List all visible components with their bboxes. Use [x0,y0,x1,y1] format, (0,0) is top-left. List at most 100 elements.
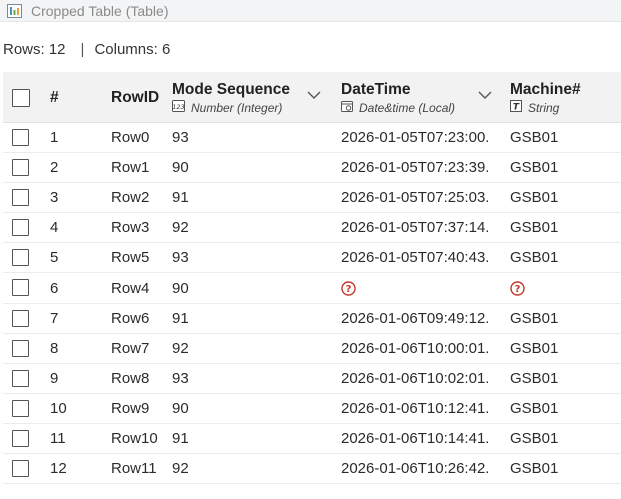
column-type: Date&time (Local) [341,100,455,115]
datetime-cell: 2026-01-06T10:26:42. [341,460,490,478]
datetime-cell: 2026-01-05T07:25:03. [341,189,490,207]
datetime-cell: 2026-01-05T07:40:43. [341,249,490,267]
datetime-cell: 2026-01-06T10:12:41. [341,399,490,417]
mode-sequence-cell: 90 [172,159,189,177]
table-row[interactable]: 2 Row1 90 2026-01-05T07:23:39. GSB01 [3,153,621,184]
column-type: 123 Number (Integer) [172,100,282,115]
machine-cell: GSB01 [510,429,559,447]
column-name: Mode Sequence [172,81,290,98]
column-name: # [50,89,59,106]
table-row[interactable]: 11 Row10 91 2026-01-06T10:14:41. GSB01 [3,423,621,455]
row-checkbox[interactable] [12,249,29,267]
rows-count: Rows: 12 [3,40,66,58]
missing-value-icon: ? [510,280,525,296]
data-table: # RowID Mode Sequence 123 Number (Intege… [3,72,621,485]
row-checkbox[interactable] [12,309,29,327]
rowid-cell: Row9 [111,399,150,417]
datetime-cell: 2026-01-05T07:23:39. [341,159,490,177]
row-number-cell: 2 [50,159,59,177]
stats-separator: | [80,40,85,58]
machine-cell: GSB01 [510,460,559,478]
row-checkbox[interactable] [12,279,29,297]
mode-sequence-cell: 93 [172,249,189,267]
row-checkbox[interactable] [12,369,29,387]
columns-count: Columns: 6 [94,40,171,58]
table-row[interactable]: 3 Row2 91 2026-01-05T07:25:03. GSB01 [3,183,621,214]
row-checkbox[interactable] [12,219,29,237]
row-checkbox[interactable] [12,399,29,417]
string-type-icon: T [510,100,522,115]
table-row[interactable]: 10 Row9 90 2026-01-06T10:12:41. GSB01 [3,393,621,424]
window-title: Cropped Table (Table) [31,2,169,19]
table-row[interactable]: 8 Row7 92 2026-01-06T10:00:01. GSB01 [3,333,621,364]
row-number-cell: 9 [50,369,59,387]
mode-sequence-cell: 90 [172,279,189,297]
chevron-down-icon[interactable] [307,91,321,100]
table-row[interactable]: 4 Row3 92 2026-01-05T07:37:14. GSB01 [3,213,621,244]
mode-sequence-cell: 92 [172,339,189,357]
mode-sequence-cell: 92 [172,460,189,478]
row-number-cell: 4 [50,219,59,237]
machine-cell: ? [510,273,525,302]
row-checkbox[interactable] [12,129,29,146]
table-row[interactable]: 5 Row5 93 2026-01-05T07:40:43. GSB01 [3,243,621,274]
rowid-cell: Row2 [111,189,150,207]
column-header-mode-sequence[interactable]: Mode Sequence 123 Number (Integer) [172,72,332,122]
mode-sequence-cell: 90 [172,399,189,417]
rowid-cell: Row8 [111,369,150,387]
column-type-label: String [528,100,560,115]
svg-text:T: T [513,103,520,113]
row-number-cell: 3 [50,189,59,207]
row-number-cell: 5 [50,249,59,267]
rowid-cell: Row1 [111,159,150,177]
row-checkbox[interactable] [12,460,29,478]
mode-sequence-cell: 93 [172,129,189,147]
column-type: T String [510,100,559,115]
row-number-cell: 8 [50,339,59,357]
machine-cell: GSB01 [510,189,559,207]
row-number-cell: 12 [50,460,67,478]
column-name: Machine# [510,81,581,98]
machine-cell: GSB01 [510,129,559,147]
table-row[interactable]: 6 Row4 90?? [3,273,621,304]
datetime-type-icon [341,100,353,115]
machine-cell: GSB01 [510,309,559,327]
datetime-cell: 2026-01-05T07:37:14. [341,219,490,237]
rowid-cell: Row0 [111,129,150,147]
table-row[interactable]: 9 Row8 93 2026-01-06T10:02:01. GSB01 [3,363,621,394]
rowid-cell: Row11 [111,460,157,478]
svg-text:?: ? [515,284,521,295]
missing-value-icon: ? [341,280,356,296]
column-name: RowID [111,89,160,106]
column-type-label: Number (Integer) [191,100,283,115]
row-checkbox[interactable] [12,189,29,207]
machine-cell: GSB01 [510,339,559,357]
column-name: DateTime [341,81,411,98]
chevron-down-icon[interactable] [478,91,492,100]
table-icon [7,3,22,18]
row-checkbox[interactable] [12,429,29,447]
mode-sequence-cell: 92 [172,219,189,237]
row-checkbox[interactable] [12,339,29,357]
datetime-cell: 2026-01-06T09:49:12. [341,309,490,327]
table-row[interactable]: 7 Row6 91 2026-01-06T09:49:12. GSB01 [3,303,621,334]
column-header-machine[interactable]: Machine# T String [510,72,621,122]
svg-text:123: 123 [172,103,184,111]
table-row[interactable]: 12 Row11 92 2026-01-06T10:26:42. GSB01 [3,454,621,485]
table-stats: Rows: 12 | Columns: 6 [3,39,170,59]
svg-text:?: ? [346,284,352,295]
column-header-datetime[interactable]: DateTime Date&time (Local) [341,72,501,122]
column-type-label: Date&time (Local) [359,100,456,115]
table-body: 1 Row0 93 2026-01-05T07:23:00. GSB01 2 Row1 90 2… [3,123,621,485]
machine-cell: GSB01 [510,369,559,387]
rowid-cell: Row6 [111,309,150,327]
rowid-cell: Row10 [111,429,158,447]
table-header: # RowID Mode Sequence 123 Number (Intege… [3,72,621,123]
row-number-cell: 6 [50,279,59,297]
datetime-cell: 2026-01-06T10:00:01. [341,339,490,357]
row-checkbox[interactable] [12,159,29,177]
machine-cell: GSB01 [510,399,559,417]
table-row[interactable]: 1 Row0 93 2026-01-05T07:23:00. GSB01 [3,123,621,154]
select-all-checkbox[interactable] [12,89,30,107]
rowid-cell: Row3 [111,219,150,237]
